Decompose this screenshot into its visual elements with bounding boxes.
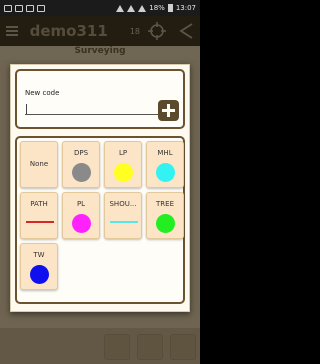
code-tile-tw[interactable]: TW — [20, 243, 58, 290]
wifi-icon — [127, 4, 136, 12]
code-grid: None DPS LP MHL PATH PL SHOU... TREE TW — [15, 136, 185, 304]
code-label: TREE — [156, 200, 174, 208]
clock: 13:07 — [175, 4, 196, 12]
code-tile-path[interactable]: PATH — [20, 192, 58, 239]
code-tile-none[interactable]: None — [20, 141, 58, 188]
new-code-input[interactable] — [25, 103, 161, 115]
code-label: TW — [33, 251, 45, 259]
code-label: SHOU... — [109, 200, 137, 208]
new-code-panel: New code — [15, 69, 185, 129]
point-symbol-icon — [72, 214, 91, 233]
code-label: MHL — [157, 149, 173, 157]
notification-icon — [4, 4, 12, 12]
point-symbol-icon — [114, 163, 133, 182]
new-code-label: New code — [25, 89, 60, 97]
text-caret — [26, 104, 27, 114]
code-tile-mhl[interactable]: MHL — [146, 141, 184, 188]
battery-percent: 18% — [149, 4, 165, 12]
code-tile-dps[interactable]: DPS — [62, 141, 100, 188]
code-label: PL — [76, 200, 86, 208]
add-code-button[interactable] — [158, 100, 179, 121]
point-symbol-icon — [72, 163, 91, 182]
line-symbol-icon — [26, 221, 54, 223]
battery-icon — [167, 4, 173, 12]
code-tile-tree[interactable]: TREE — [146, 192, 184, 239]
signal-icon — [138, 4, 147, 12]
point-symbol-icon — [156, 214, 175, 233]
image-icon — [15, 4, 23, 12]
mail-icon — [26, 4, 34, 12]
code-tile-pl[interactable]: PL — [62, 192, 100, 239]
code-tile-lp[interactable]: LP — [104, 141, 142, 188]
point-symbol-icon — [156, 163, 175, 182]
code-label: PATH — [30, 200, 48, 208]
code-label: LP — [118, 149, 128, 157]
code-picker-dialog: New code None DPS LP MHL PATH PL SHOU... TREE TW — [10, 64, 190, 312]
location-icon — [116, 4, 125, 12]
line-symbol-icon — [110, 221, 138, 223]
point-symbol-icon — [30, 265, 49, 284]
code-tile-shou[interactable]: SHOU... — [104, 192, 142, 239]
code-label: DPS — [73, 149, 89, 157]
status-bar: 18% 13:07 — [0, 0, 200, 16]
code-label: None — [29, 160, 49, 168]
message-icon — [37, 4, 45, 12]
